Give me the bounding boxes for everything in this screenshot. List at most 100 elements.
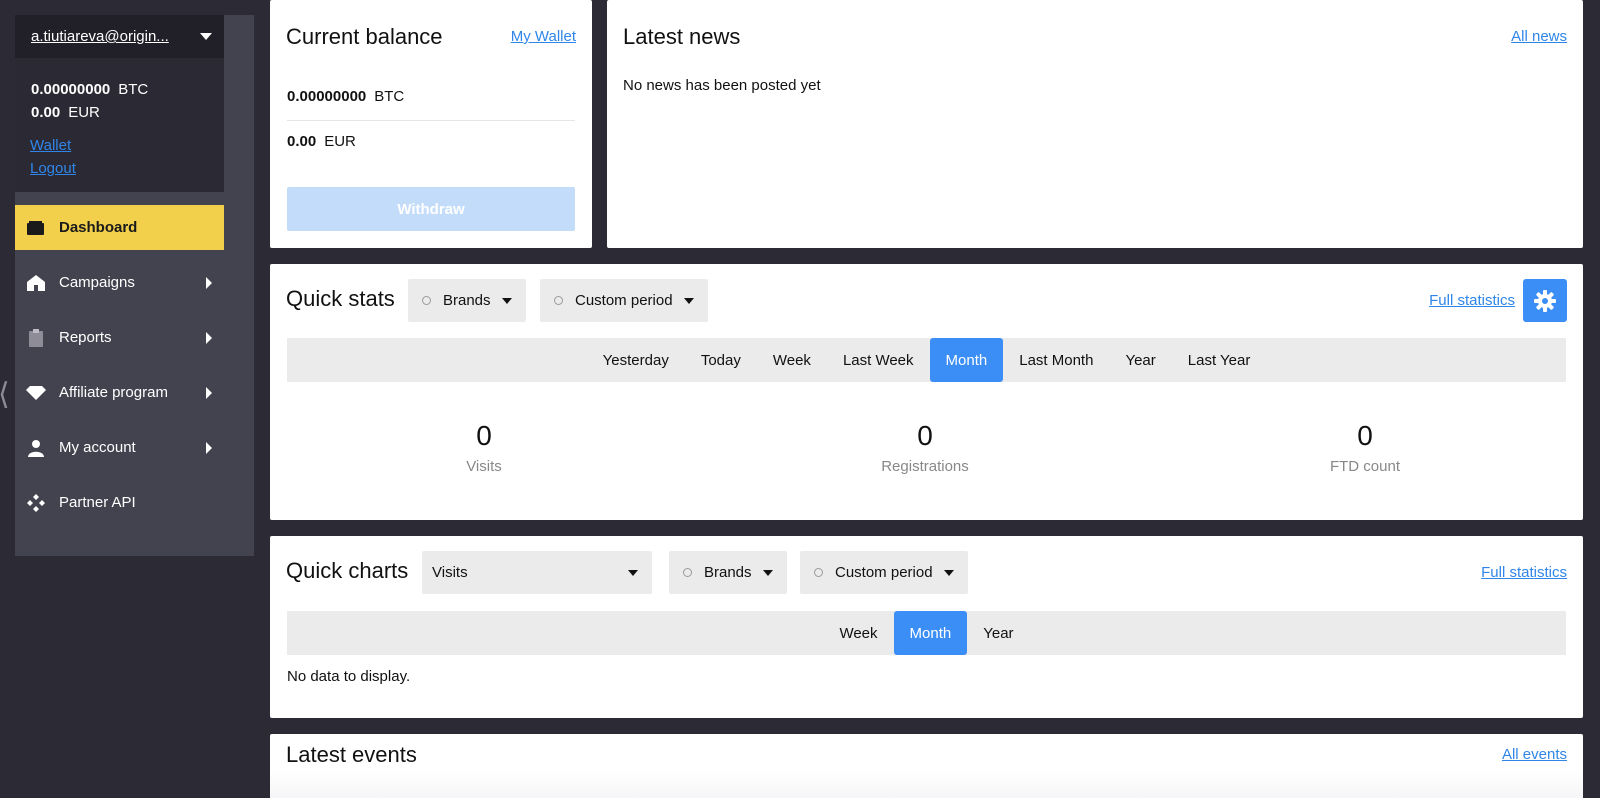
sidebar-item-label: Dashboard	[59, 219, 138, 236]
tab-today[interactable]: Today	[685, 338, 757, 382]
sidebar-item-dashboard[interactable]: Dashboard	[15, 205, 224, 250]
eur-amount: 0.00	[287, 133, 317, 150]
radio-icon	[683, 568, 692, 577]
all-events-link[interactable]: All events	[1502, 746, 1567, 763]
withdraw-button[interactable]: Withdraw	[287, 187, 575, 231]
metric-select[interactable]: Visits	[422, 551, 652, 594]
stat-value: 0	[1357, 420, 1373, 451]
tab-yesterday[interactable]: Yesterday	[587, 338, 685, 382]
radio-icon	[422, 296, 431, 305]
card-title: Quick stats	[286, 286, 395, 311]
card-title: Latest news	[623, 24, 741, 49]
tab-last-week[interactable]: Last Week	[827, 338, 930, 382]
quick-stats-card: Quick stats Brands Custom period Full st…	[270, 264, 1583, 520]
quick-charts-card: Quick charts Visits Brands Custom period…	[270, 536, 1583, 718]
sidebar-item-campaigns[interactable]: Campaigns	[15, 260, 224, 305]
btc-balance: 0.00000000 BTC	[287, 88, 575, 105]
radio-icon	[814, 568, 823, 577]
sidebar-item-label: Partner API	[59, 494, 136, 511]
news-empty-message: No news has been posted yet	[623, 77, 821, 94]
stat-value: 0	[917, 420, 933, 451]
sidebar-item-reports[interactable]: Reports	[15, 315, 224, 360]
sidebar-item-label: Campaigns	[59, 274, 135, 291]
chart-period-tabs: Week Month Year	[287, 611, 1566, 655]
tab-week[interactable]: Week	[757, 338, 827, 382]
card-title: Quick charts	[286, 558, 409, 583]
stat-label: FTD count	[1329, 458, 1401, 475]
stat-label: Registrations	[881, 458, 969, 475]
wallet-icon	[25, 218, 47, 238]
radio-icon	[554, 296, 563, 305]
period-filter[interactable]: Custom period	[540, 279, 708, 322]
sidebar-item-partner-api[interactable]: Partner API	[15, 480, 224, 525]
tab-year[interactable]: Year	[1109, 338, 1171, 382]
my-wallet-link[interactable]: My Wallet	[511, 28, 576, 45]
brands-filter-label: Brands	[704, 564, 752, 581]
chevron-down-icon	[628, 569, 638, 576]
account-balances: 0.00000000 BTC 0.00 EUR	[15, 58, 224, 124]
chevron-right-icon	[206, 386, 212, 399]
chevron-down-icon	[501, 297, 512, 304]
sidebar-item-label: My account	[59, 439, 136, 456]
sidebar-item-label: Affiliate program	[59, 384, 168, 401]
sidebar-nav: Dashboard Campaigns Reports Affiliate pr…	[15, 205, 224, 535]
card-title: Current balance	[286, 24, 443, 49]
period-filter-label: Custom period	[575, 292, 673, 309]
tab-last-year[interactable]: Last Year	[1172, 338, 1267, 382]
chevron-right-icon	[206, 276, 212, 289]
account-btc-currency: BTC	[118, 81, 149, 98]
account-eur-balance: 0.00 EUR	[31, 101, 208, 124]
account-btc-amount: 0.00000000	[31, 81, 111, 98]
diamond-icon	[25, 383, 47, 403]
tab-year[interactable]: Year	[967, 611, 1029, 655]
sidebar-collapse-handle[interactable]: ⟨	[0, 380, 10, 410]
wallet-link[interactable]: Wallet	[30, 134, 209, 157]
btc-amount: 0.00000000	[287, 88, 367, 105]
tab-month[interactable]: Month	[893, 611, 968, 655]
chevron-right-icon	[206, 331, 212, 344]
home-icon	[25, 273, 47, 293]
sidebar-item-affiliate-program[interactable]: Affiliate program	[15, 370, 224, 415]
stat-visits: 0 Visits	[384, 420, 584, 475]
settings-button[interactable]	[1523, 279, 1567, 322]
latest-events-card: Latest events All events	[270, 734, 1583, 798]
clipboard-icon	[25, 328, 47, 348]
stat-ftd-count: 0 FTD count	[1265, 420, 1465, 475]
brands-filter-label: Brands	[443, 292, 491, 309]
period-filter-label: Custom period	[835, 564, 933, 581]
brands-filter[interactable]: Brands	[408, 279, 526, 322]
logout-link[interactable]: Logout	[30, 157, 209, 180]
current-balance-card: Current balance My Wallet 0.00000000 BTC …	[270, 0, 592, 248]
eur-balance: 0.00 EUR	[287, 133, 575, 150]
sidebar-item-my-account[interactable]: My account	[15, 425, 224, 470]
sidebar-item-label: Reports	[59, 329, 112, 346]
gear-icon	[1534, 289, 1556, 312]
account-eur-amount: 0.00	[31, 104, 61, 121]
api-icon	[25, 493, 47, 513]
latest-news-card: Latest news All news No news has been po…	[607, 0, 1583, 248]
account-dropdown[interactable]: a.tiutiareva@origin...	[15, 15, 224, 58]
all-news-link[interactable]: All news	[1511, 28, 1567, 45]
brands-filter[interactable]: Brands	[669, 551, 787, 594]
btc-currency: BTC	[374, 88, 405, 105]
tab-month[interactable]: Month	[929, 338, 1004, 382]
chevron-down-icon	[943, 569, 954, 576]
stats-period-tabs: Yesterday Today Week Last Week Month Las…	[287, 338, 1566, 382]
stat-label: Visits	[466, 458, 502, 475]
chevron-down-icon[interactable]	[200, 33, 212, 40]
chart-empty-message: No data to display.	[287, 668, 411, 685]
account-email[interactable]: a.tiutiareva@origin...	[31, 28, 181, 45]
account-btc-balance: 0.00000000 BTC	[31, 78, 208, 101]
eur-currency: EUR	[324, 133, 356, 150]
account-eur-currency: EUR	[68, 104, 100, 121]
tab-last-month[interactable]: Last Month	[1003, 338, 1109, 382]
stat-registrations: 0 Registrations	[825, 420, 1025, 475]
tab-week[interactable]: Week	[823, 611, 893, 655]
user-icon	[25, 438, 47, 458]
card-title: Latest events	[286, 742, 417, 767]
period-filter[interactable]: Custom period	[800, 551, 968, 594]
full-statistics-link[interactable]: Full statistics	[1429, 292, 1515, 309]
full-statistics-link[interactable]: Full statistics	[1481, 564, 1567, 581]
chevron-down-icon	[762, 569, 773, 576]
stat-value: 0	[476, 420, 492, 451]
